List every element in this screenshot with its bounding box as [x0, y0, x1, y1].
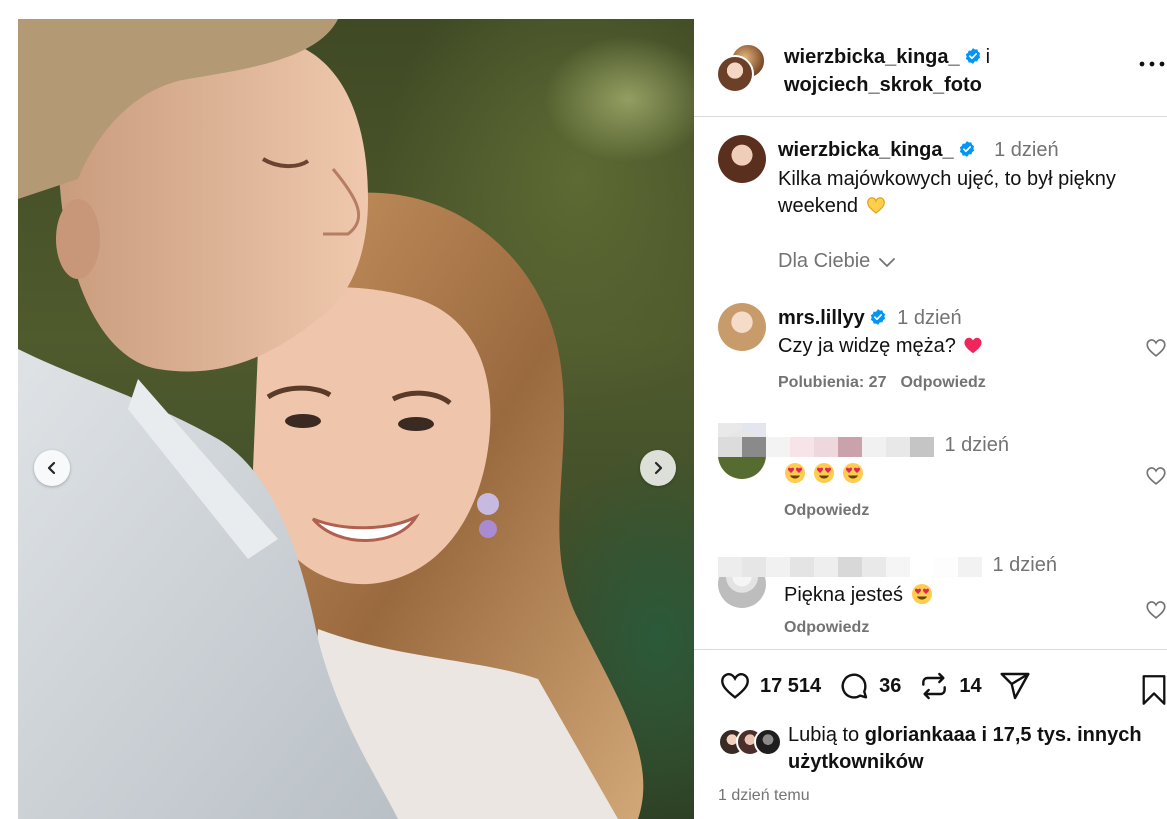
comments-section[interactable]: wierzbicka_kinga_ 1 dzień Kilka majówkow…	[694, 117, 1167, 649]
comment-body: mrs.lillyy 1 dzień Czy ja widzę męża? Po…	[778, 305, 1137, 392]
liked-by-text: Lubią to gloriankaaa i 17,5 tys. innych …	[788, 722, 1148, 776]
comment-icon	[841, 673, 868, 699]
comment-text: Piękna jesteś	[784, 584, 903, 606]
comment-like-heart-icon[interactable]	[1145, 599, 1167, 621]
comment-time[interactable]: 1 dzień	[992, 554, 1057, 576]
reply-button[interactable]: Odpowiedz	[900, 374, 985, 391]
share-button[interactable]	[998, 670, 1040, 702]
comment-body: 1 dzień Piękna jesteś Odpowiedz	[718, 552, 1137, 637]
caption-text: Kilka majówkowych ujęć, to był piękny we…	[778, 168, 1116, 217]
comment-filter-dropdown[interactable]: Dla Ciebie	[778, 250, 896, 273]
comments-count[interactable]: 36	[879, 675, 901, 698]
comment-likes-count[interactable]: Polubienia: 27	[778, 374, 886, 391]
couple-photo-illustration	[18, 19, 644, 819]
chevron-down-icon	[879, 257, 896, 267]
heart-icon	[721, 673, 749, 699]
like-button[interactable]: 17 514	[718, 670, 821, 702]
heart-eyes-emoji-icon	[785, 463, 805, 483]
liked-by-avatars[interactable]	[718, 728, 786, 758]
caption-body: wierzbicka_kinga_ 1 dzień Kilka majówkow…	[778, 137, 1137, 220]
chevron-right-icon	[654, 461, 663, 475]
comment-username[interactable]: mrs.lillyy	[778, 307, 865, 329]
comment-button[interactable]: 36	[837, 670, 901, 702]
comment-text-wrap: Czy ja widzę męża?	[778, 333, 1137, 360]
collab-avatars[interactable]	[716, 43, 768, 95]
comment-meta: Odpowiedz	[784, 502, 1137, 520]
caption-text-wrap: Kilka majówkowych ujęć, to był piękny we…	[778, 166, 1137, 220]
verified-badge-icon	[959, 141, 974, 157]
comment-time[interactable]: 1 dzień	[897, 307, 962, 329]
liked-by-user[interactable]: gloriankaaa	[865, 724, 976, 746]
post-timestamp[interactable]: 1 dzień temu	[718, 787, 810, 805]
owner-avatar[interactable]	[716, 55, 754, 93]
likes-count[interactable]: 17 514	[760, 675, 821, 698]
comment-body: 1 dzień Odpowiedz	[718, 432, 1137, 520]
more-options-icon[interactable]	[1137, 54, 1167, 74]
comment-filter-label: Dla Ciebie	[778, 250, 871, 272]
avatar[interactable]	[754, 728, 782, 756]
post-header: wierzbicka_kinga_ i wojciech_skrok_foto	[694, 19, 1167, 117]
action-row: 17 514 36 14	[718, 670, 1056, 702]
next-image-button[interactable]	[640, 450, 676, 486]
comment-text-wrap: Piękna jesteś	[784, 582, 1137, 609]
caption-username[interactable]: wierzbicka_kinga_	[778, 139, 954, 161]
heart-eyes-emoji-icon	[843, 463, 863, 483]
bookmark-icon[interactable]	[1140, 674, 1167, 706]
caption-avatar[interactable]	[718, 135, 766, 183]
liked-by-prefix: Lubią to	[788, 724, 860, 746]
comment-like-heart-icon[interactable]	[1145, 465, 1167, 487]
post-actions: 17 514 36 14 Lubią to gloriankaaa i 17,5…	[694, 649, 1167, 819]
heart-eyes-emoji-icon	[911, 584, 932, 604]
heart-eyes-emoji-icon	[814, 463, 834, 483]
caption-time[interactable]: 1 dzień	[994, 139, 1059, 161]
chevron-left-icon	[47, 461, 56, 475]
commenter-avatar[interactable]	[718, 303, 766, 351]
reposts-count[interactable]: 14	[959, 675, 981, 698]
verified-badge-icon	[870, 309, 885, 325]
post-photo	[18, 19, 694, 819]
comment-meta: Polubienia: 27 Odpowiedz	[778, 374, 1137, 392]
comment-text-wrap	[784, 461, 1137, 488]
verified-badge-icon	[965, 48, 980, 64]
comment-like-heart-icon[interactable]	[1145, 337, 1167, 359]
redacted-username	[718, 436, 934, 457]
collaborator-username[interactable]: wojciech_skrok_foto	[784, 74, 982, 96]
repost-button[interactable]: 14	[917, 670, 982, 702]
reply-button[interactable]: Odpowiedz	[784, 502, 869, 519]
header-joiner: i	[985, 46, 991, 68]
red-heart-emoji-icon	[964, 337, 982, 354]
post-side-panel: wierzbicka_kinga_ i wojciech_skrok_foto w…	[694, 19, 1167, 819]
redacted-username	[718, 556, 982, 577]
comment-time[interactable]: 1 dzień	[944, 434, 1009, 456]
header-usernames: wierzbicka_kinga_ i wojciech_skrok_foto	[784, 43, 990, 99]
liked-by: Lubią to gloriankaaa i 17,5 tys. innych …	[718, 722, 1148, 776]
send-icon	[1000, 672, 1030, 700]
previous-image-button[interactable]	[34, 450, 70, 486]
repost-icon	[922, 672, 947, 700]
owner-username[interactable]: wierzbicka_kinga_	[784, 46, 960, 68]
comment-text: Czy ja widzę męża?	[778, 335, 956, 357]
heart-hands-emoji-icon	[867, 197, 885, 214]
comment-meta: Odpowiedz	[784, 619, 1137, 637]
reply-button[interactable]: Odpowiedz	[784, 619, 869, 636]
